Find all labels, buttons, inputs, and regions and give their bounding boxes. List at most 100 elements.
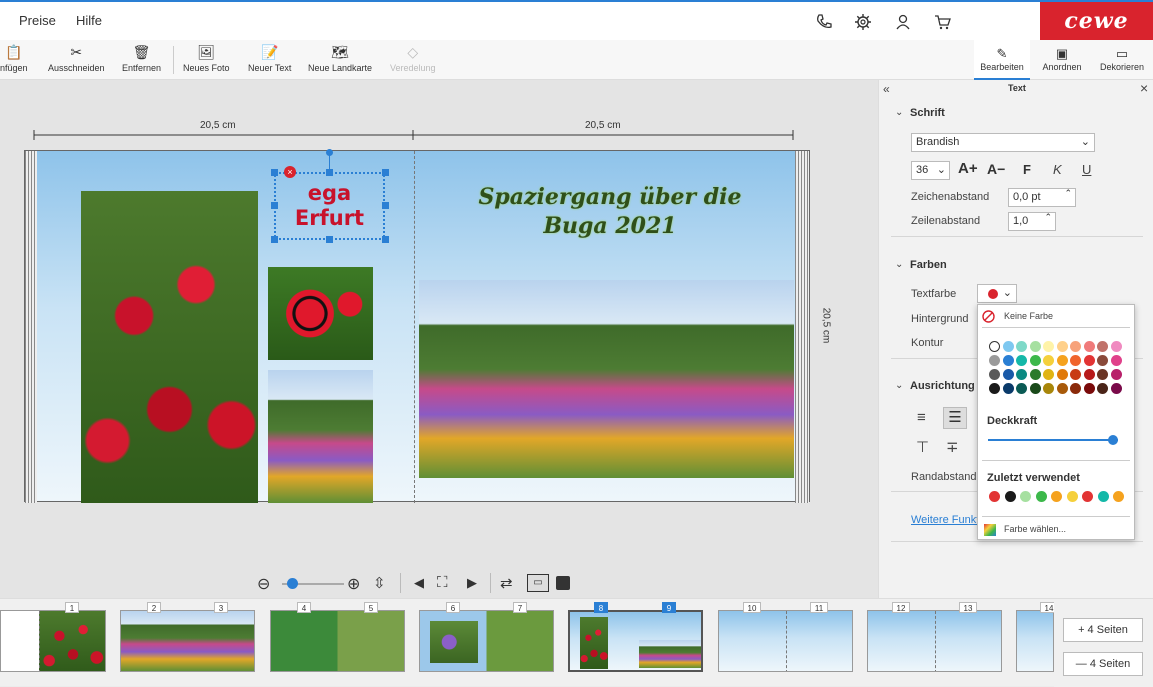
recent-color-swatch[interactable]	[1020, 491, 1031, 502]
page-thumbnail[interactable]	[0, 610, 106, 672]
cewe-logo[interactable]: cewe	[1040, 2, 1153, 40]
tab-dekorieren[interactable]: ▭ Dekorieren	[1094, 40, 1150, 80]
color-swatch[interactable]	[989, 355, 1000, 366]
chevron-down-icon[interactable]: ⌄	[895, 259, 903, 270]
color-swatch[interactable]	[1083, 355, 1095, 366]
tab-bearbeiten[interactable]: ✎ Bearbeiten	[974, 40, 1030, 80]
more-functions-link[interactable]: Weitere Funkt	[911, 514, 979, 526]
stepper-icon[interactable]: ⌃	[1064, 188, 1072, 199]
font-grow-button[interactable]: A+	[958, 160, 978, 177]
zoom-out-icon[interactable]: ⊖	[257, 574, 270, 594]
color-swatch[interactable]	[1097, 383, 1108, 394]
tulip-photo[interactable]	[81, 191, 258, 503]
new-map-button[interactable]: 🗺 Neue Landkarte	[308, 44, 372, 73]
color-swatch[interactable]	[1083, 341, 1095, 352]
gear-icon[interactable]	[854, 13, 872, 31]
section-farben[interactable]: Farben	[910, 259, 947, 271]
layers-icon[interactable]	[556, 576, 570, 590]
resize-handle[interactable]	[326, 169, 333, 176]
line-height-input[interactable]: 1,0 ⌃	[1008, 212, 1056, 231]
user-icon[interactable]	[894, 13, 912, 31]
font-shrink-button[interactable]: A−	[987, 161, 1005, 177]
recent-color-swatch[interactable]	[1097, 491, 1109, 502]
choose-color-option[interactable]: Farbe wählen...	[1004, 524, 1066, 534]
page-thumbnail-selected[interactable]	[568, 610, 703, 672]
fullscreen-icon[interactable]: ⛶	[437, 574, 448, 591]
font-select[interactable]: Brandish ⌄	[911, 133, 1095, 152]
valign-middle-icon[interactable]: ∓	[946, 438, 959, 456]
editor-canvas[interactable]: 20,5 cm 20,5 cm 20,5 cm ega Erfurt × Spa…	[0, 80, 878, 598]
new-photo-button[interactable]: 🖼 Neues Foto	[183, 44, 230, 73]
next-page-icon[interactable]: ▶	[467, 575, 477, 591]
color-swatch[interactable]	[1029, 355, 1041, 366]
color-swatch[interactable]	[1016, 383, 1027, 394]
fit-width-icon[interactable]: ⇳	[373, 574, 386, 592]
phone-icon[interactable]	[815, 13, 833, 31]
menu-preise[interactable]: Preise	[19, 13, 56, 28]
section-schrift[interactable]: Schrift	[910, 107, 945, 119]
color-swatch[interactable]	[1097, 341, 1108, 352]
page-thumbnail[interactable]	[120, 610, 255, 672]
opacity-slider[interactable]	[988, 439, 1118, 441]
color-swatch[interactable]	[1083, 383, 1095, 394]
color-swatch[interactable]	[1029, 369, 1041, 380]
no-color-icon[interactable]	[982, 310, 995, 323]
recent-color-swatch[interactable]	[1082, 491, 1093, 502]
page-thumbnail[interactable]	[1016, 610, 1054, 672]
new-text-button[interactable]: 📝 Neuer Text	[248, 44, 291, 73]
chevron-down-icon[interactable]: ⌄	[895, 380, 903, 391]
color-swatch[interactable]	[1110, 383, 1122, 394]
color-swatch[interactable]	[1029, 383, 1041, 394]
font-size-select[interactable]: 36 ⌄	[911, 161, 950, 180]
remove-pages-button[interactable]: — 4 Seiten	[1063, 652, 1143, 676]
veredelung-button[interactable]: ◇ Veredelung	[390, 44, 436, 73]
ruler-icon[interactable]: ▭	[527, 574, 549, 592]
page-thumbnail[interactable]	[419, 610, 554, 672]
color-swatch[interactable]	[989, 369, 1000, 380]
delete-button[interactable]: 🗑 Entfernen	[122, 44, 161, 73]
resize-handle[interactable]	[271, 169, 278, 176]
swap-pages-icon[interactable]: ⇄	[500, 574, 513, 592]
color-swatch[interactable]	[1002, 355, 1014, 366]
prev-page-icon[interactable]: ◀	[414, 575, 424, 591]
color-swatch[interactable]	[989, 383, 1000, 394]
color-swatch[interactable]	[1070, 355, 1081, 366]
cut-button[interactable]: ✂ Ausschneiden	[48, 44, 105, 73]
color-swatch[interactable]	[1083, 369, 1095, 380]
text-color-button[interactable]: ⌄	[977, 284, 1017, 303]
recent-color-swatch[interactable]	[1051, 491, 1062, 502]
color-swatch[interactable]	[1110, 341, 1122, 352]
color-swatch[interactable]	[1043, 355, 1054, 366]
color-swatch[interactable]	[1056, 355, 1068, 366]
spacing-input[interactable]: 0,0 pt ⌃	[1008, 188, 1076, 207]
remove-element-icon[interactable]: ×	[284, 166, 296, 178]
menu-hilfe[interactable]: Hilfe	[76, 13, 102, 28]
add-pages-button[interactable]: + 4 Seiten	[1063, 618, 1143, 642]
tab-anordnen[interactable]: ▣ Anordnen	[1036, 40, 1088, 80]
color-swatch[interactable]	[1056, 383, 1068, 394]
page-thumbnail[interactable]	[718, 610, 853, 672]
recent-color-swatch[interactable]	[1066, 491, 1078, 502]
color-swatch[interactable]	[1097, 355, 1108, 366]
color-swatch[interactable]	[1043, 369, 1054, 380]
page-thumbnail[interactable]	[867, 610, 1002, 672]
close-icon[interactable]: ×	[1140, 80, 1148, 96]
recent-color-swatch[interactable]	[1035, 491, 1047, 502]
no-color-option[interactable]: Keine Farbe	[1004, 311, 1053, 321]
color-swatch[interactable]	[1070, 383, 1081, 394]
cart-icon[interactable]	[934, 13, 952, 31]
color-swatch[interactable]	[1029, 341, 1041, 352]
color-swatch[interactable]	[1070, 369, 1081, 380]
recent-color-swatch[interactable]	[1113, 491, 1124, 502]
resize-handle[interactable]	[271, 236, 278, 243]
resize-handle[interactable]	[382, 236, 389, 243]
photobook-spread[interactable]: ega Erfurt × Spaziergang über die Buga 2…	[24, 149, 810, 503]
color-swatch[interactable]	[1043, 341, 1054, 352]
garden-photo-small[interactable]	[268, 370, 373, 503]
bold-button[interactable]: F	[1023, 162, 1031, 177]
resize-handle[interactable]	[382, 202, 389, 209]
color-swatch[interactable]	[1110, 355, 1122, 366]
underline-button[interactable]: U	[1082, 162, 1091, 177]
rotate-handle[interactable]	[326, 149, 333, 156]
paste-button[interactable]: 📋 nfügen	[0, 44, 28, 73]
